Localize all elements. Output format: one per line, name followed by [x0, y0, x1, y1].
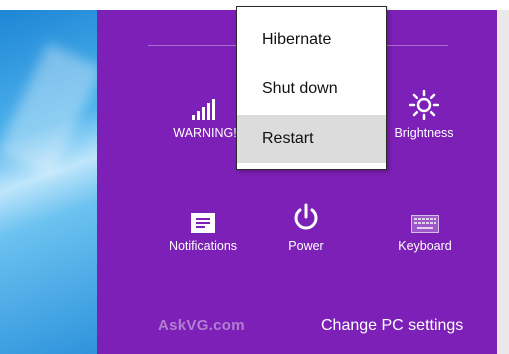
keyboard-tile[interactable]: Keyboard: [370, 193, 480, 253]
restart-menu-item[interactable]: Restart: [237, 115, 386, 163]
screen: WARNING! Brightness Notifications Power …: [0, 0, 509, 354]
right-edge: [497, 10, 509, 354]
power-icon: [251, 193, 361, 233]
notifications-tile[interactable]: Notifications: [148, 193, 258, 253]
notifications-label: Notifications: [168, 239, 238, 253]
change-pc-settings-link[interactable]: Change PC settings: [321, 317, 463, 335]
power-tile[interactable]: Power: [251, 193, 361, 253]
power-menu: Hibernate Shut down Restart: [236, 6, 387, 170]
hibernate-menu-item[interactable]: Hibernate: [237, 16, 386, 64]
keyboard-label: Keyboard: [398, 239, 452, 253]
power-label: Power: [288, 239, 324, 253]
watermark: AskVG.com: [158, 317, 245, 334]
keyboard-icon: [370, 193, 480, 233]
shut-down-menu-item[interactable]: Shut down: [237, 65, 386, 113]
desktop-background: [0, 10, 97, 354]
notifications-icon: [148, 193, 258, 233]
